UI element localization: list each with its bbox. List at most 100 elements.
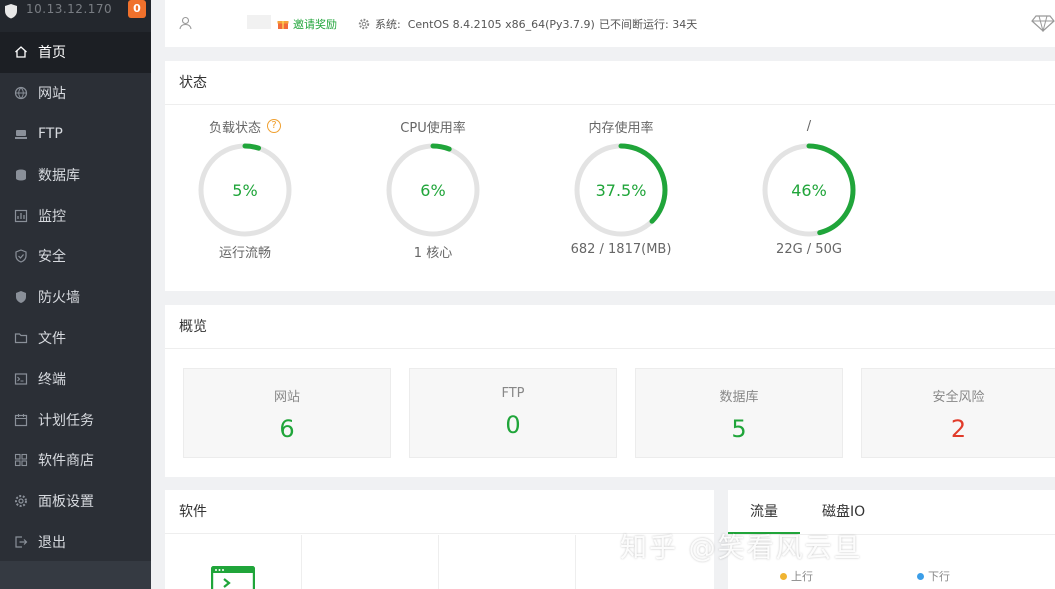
- sidebar-item-cron[interactable]: 计划任务: [0, 399, 151, 440]
- upload-dot-icon: [780, 572, 787, 580]
- gauge-cpu[interactable]: CPU使用率 6% 1 核心: [353, 116, 513, 261]
- sidebar-item-label: 终端: [38, 371, 66, 388]
- sidebar-item-settings[interactable]: 面板设置: [0, 481, 151, 522]
- invite-reward-link[interactable]: 邀请奖励: [277, 16, 337, 32]
- watermark: 知乎 @笑看风云旦: [620, 533, 863, 564]
- overview-value: 2: [950, 415, 967, 443]
- legend-label: 下行: [928, 570, 950, 583]
- sidebar-item-label: 面板设置: [38, 494, 94, 511]
- status-title: 状态: [165, 61, 1055, 105]
- system-label: 系统:: [375, 18, 401, 31]
- database-icon: [14, 168, 28, 182]
- overview-value: 5: [731, 415, 747, 443]
- sidebar-nav: 首页 网站 FTP 数据库 监控 安全 防火墙 文件 终端 计划任务 软件商店 …: [0, 32, 151, 562]
- gauge-label: /: [806, 118, 812, 134]
- overview-title: 概览: [165, 305, 1055, 349]
- gauge-ring: 46%: [762, 143, 856, 237]
- logout-icon: [14, 535, 28, 549]
- gauge-value: 37.5%: [596, 181, 647, 200]
- software-cell[interactable]: [302, 535, 439, 589]
- sidebar-item-label: 退出: [38, 534, 66, 551]
- calendar-icon: [14, 413, 28, 427]
- sidebar-item-ftp[interactable]: FTP: [0, 114, 151, 155]
- sidebar-item-home[interactable]: 首页: [0, 32, 151, 73]
- legend-upload[interactable]: 上行: [780, 568, 813, 584]
- sidebar-item-label: FTP: [38, 125, 63, 142]
- gauge-label: CPU使用率: [400, 120, 466, 136]
- sidebar-item-label: 软件商店: [38, 453, 94, 470]
- gauge-sub: 运行流畅: [218, 246, 271, 261]
- user-icon[interactable]: [179, 16, 192, 33]
- sidebar-item-monitor[interactable]: 监控: [0, 195, 151, 236]
- overview-label: 网站: [273, 390, 300, 405]
- overview-card-database[interactable]: 数据库 5: [635, 368, 843, 458]
- software-cell[interactable]: [439, 535, 576, 589]
- notification-badge[interactable]: 0: [128, 0, 146, 18]
- overview-card-website[interactable]: 网站 6: [183, 368, 391, 458]
- sidebar-item-label: 防火墙: [38, 290, 80, 307]
- grid-icon: [14, 453, 28, 467]
- folder-icon: [14, 331, 28, 345]
- sidebar-item-logout[interactable]: 退出: [0, 522, 151, 563]
- sidebar-item-database[interactable]: 数据库: [0, 154, 151, 195]
- overview-label: 数据库: [719, 390, 759, 405]
- sidebar-item-label: 计划任务: [38, 412, 94, 429]
- sidebar-item-terminal[interactable]: 终端: [0, 358, 151, 399]
- overview-card-ftp[interactable]: FTP 0: [409, 368, 617, 458]
- overview-card-security-risk[interactable]: 安全风险 2: [861, 368, 1055, 458]
- gauge-value: 5%: [232, 181, 257, 200]
- invite-reward-label: 邀请奖励: [293, 18, 337, 31]
- gear-icon: [358, 18, 370, 30]
- logo-shield-icon: [4, 3, 18, 23]
- sidebar-item-files[interactable]: 文件: [0, 318, 151, 359]
- software-cell[interactable]: [165, 535, 302, 589]
- gauge-sub: 682 / 1817(MB): [570, 242, 672, 257]
- sidebar-item-website[interactable]: 网站: [0, 73, 151, 114]
- home-icon: [14, 45, 28, 59]
- gauge-value: 46%: [791, 181, 827, 200]
- gauge-memory[interactable]: 内存使用率 37.5% 682 / 1817(MB): [541, 116, 701, 258]
- terminal-icon: [14, 372, 28, 386]
- overview-panel: 概览 网站 6 FTP 0 数据库 5 安全风险 2: [165, 305, 1055, 477]
- legend-download[interactable]: 下行: [917, 568, 950, 584]
- legend-label: 上行: [791, 570, 813, 583]
- sidebar-item-label: 网站: [38, 86, 66, 103]
- sidebar-item-security[interactable]: 安全: [0, 236, 151, 277]
- gauge-disk[interactable]: / 46% 22G / 50G: [729, 116, 889, 257]
- system-info: 系统: CentOS 8.4.2105 x86_64(Py3.7.9): [358, 16, 595, 32]
- sidebar-item-store[interactable]: 软件商店: [0, 440, 151, 481]
- gauge-sub: 22G / 50G: [776, 242, 842, 257]
- uptime-text: 已不间断运行: 34天: [599, 18, 698, 31]
- main-content: 邀请奖励 系统: CentOS 8.4.2105 x86_64(Py3.7.9)…: [151, 0, 1055, 589]
- ftp-icon: [14, 127, 28, 141]
- gauge-load[interactable]: 负载状态 ? 5% 运行流畅: [165, 116, 325, 261]
- gauge-label: 内存使用率: [588, 120, 654, 136]
- gauge-ring: 5%: [198, 143, 292, 237]
- overview-value: 6: [279, 415, 295, 443]
- diamond-icon[interactable]: [1031, 14, 1055, 35]
- gauge-ring: 6%: [386, 143, 480, 237]
- help-icon[interactable]: ?: [267, 119, 281, 133]
- sidebar-item-label: 文件: [38, 330, 66, 347]
- sidebar-item-label: 监控: [38, 208, 66, 225]
- overview-label: FTP: [501, 386, 525, 401]
- gauge-label: 负载状态: [208, 120, 261, 136]
- username-redacted: [247, 15, 271, 29]
- overview-label: 安全风险: [932, 390, 985, 405]
- system-value: CentOS 8.4.2105 x86_64(Py3.7.9): [407, 17, 595, 31]
- terminal-app-icon[interactable]: [210, 565, 256, 589]
- status-panel: 状态 负载状态 ? 5% 运行流畅 CPU使用率 6% 1 核心 内存使用率 3…: [165, 61, 1055, 291]
- sidebar-item-label: 数据库: [38, 167, 80, 184]
- shield-check-icon: [14, 249, 28, 264]
- sidebar-header: 10.13.12.170 0: [0, 0, 151, 32]
- gear-icon: [14, 494, 28, 508]
- firewall-icon: [14, 290, 28, 304]
- top-header: 邀请奖励 系统: CentOS 8.4.2105 x86_64(Py3.7.9)…: [165, 0, 1055, 47]
- overview-value: 0: [505, 411, 521, 439]
- sidebar-footer: [0, 561, 151, 589]
- gauge-ring: 37.5%: [574, 143, 668, 237]
- gauge-value: 6%: [420, 181, 445, 200]
- sidebar-item-label: 首页: [38, 45, 66, 62]
- gauge-sub: 1 核心: [413, 246, 453, 261]
- sidebar-item-firewall[interactable]: 防火墙: [0, 277, 151, 318]
